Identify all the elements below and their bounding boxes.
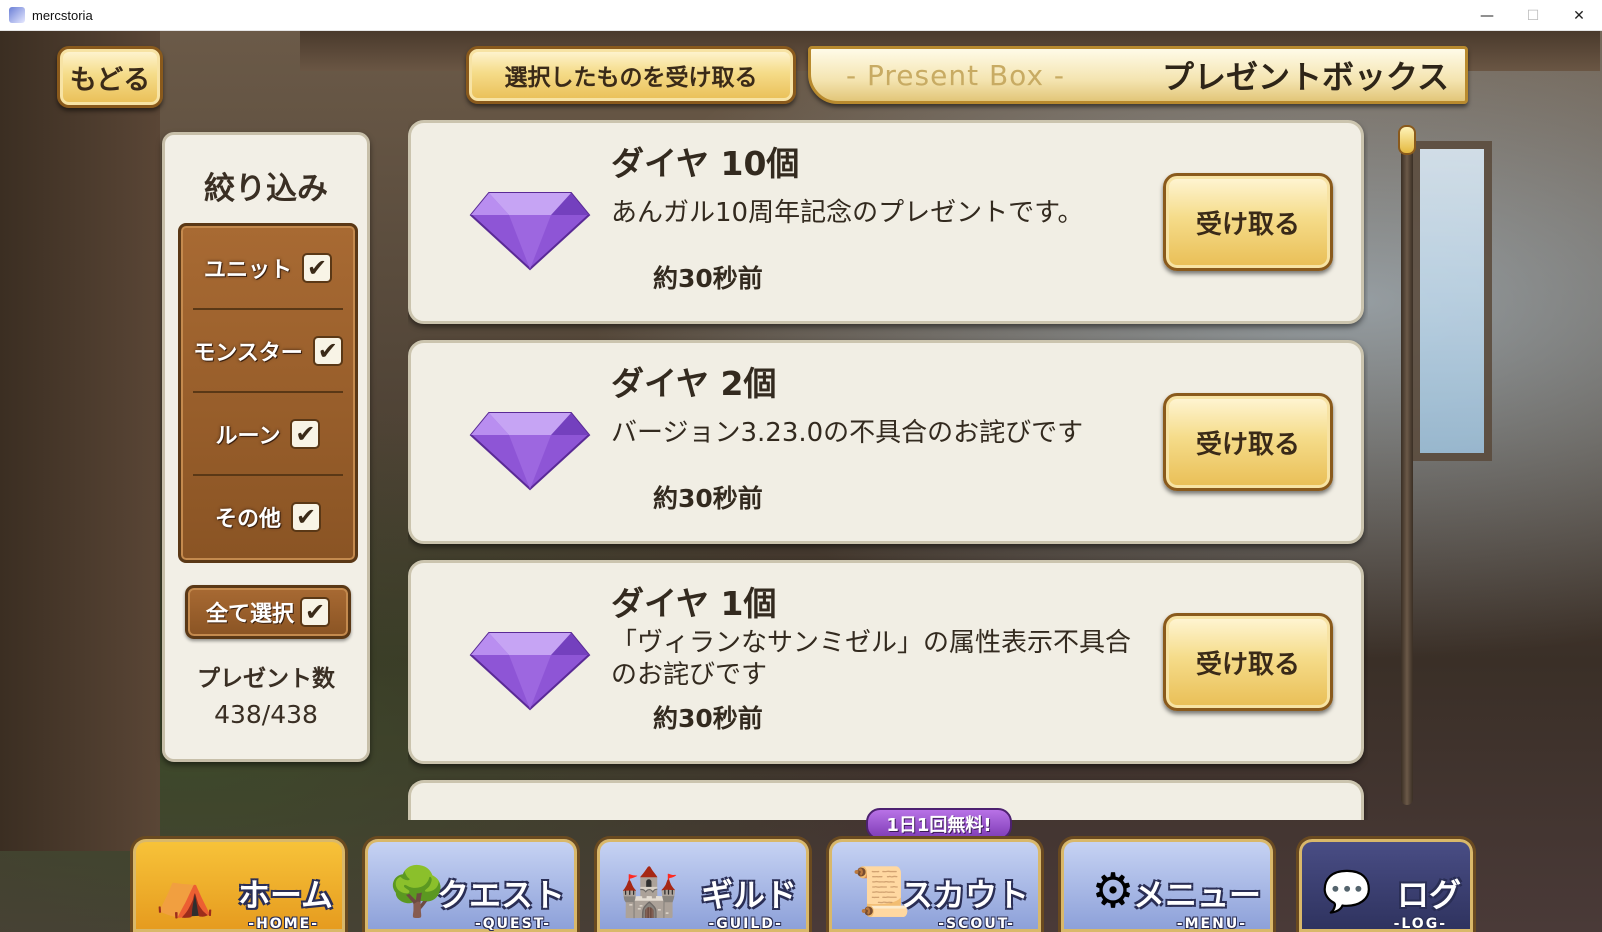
purple-diamond-icon xyxy=(469,632,591,711)
receive-button[interactable]: 受け取る xyxy=(1163,393,1333,491)
present-card: ダイヤ 10個 あんガル10周年記念のプレゼントです。 約30秒前 受け取る xyxy=(408,120,1364,324)
nav-label: ログ xyxy=(1396,876,1461,914)
close-button[interactable]: ✕ xyxy=(1556,0,1602,31)
gear-icon: ⚙ xyxy=(1091,863,1135,919)
back-button[interactable]: もどる xyxy=(57,46,163,108)
filter-item-monster[interactable]: モンスター ✔ xyxy=(181,309,355,393)
filter-item-other[interactable]: その他 ✔ xyxy=(181,475,355,559)
nav-label: クエスト xyxy=(436,876,565,914)
tent-icon: ⛺ xyxy=(155,863,215,920)
present-count-value: 438/438 xyxy=(214,700,318,729)
present-title: ダイヤ 1個 xyxy=(611,584,777,623)
present-time: 約30秒前 xyxy=(653,704,763,733)
present-list[interactable]: ダイヤ 10個 あんガル10周年記念のプレゼントです。 約30秒前 受け取る ダ… xyxy=(408,120,1368,820)
window-title: mercstoria xyxy=(32,7,93,23)
nav-sublabel: -GUILD- xyxy=(708,916,783,932)
castle-icon: 🏰 xyxy=(619,863,679,920)
scrollbar-track[interactable] xyxy=(1401,125,1413,805)
filter-panel: 絞り込み ユニット ✔ モンスター ✔ ルーン ✔ その他 ✔ 全て選択 ✔ プ… xyxy=(162,132,370,762)
select-all-button[interactable]: 全て選択 ✔ xyxy=(185,585,351,639)
filter-item-unit[interactable]: ユニット ✔ xyxy=(181,226,355,310)
nav-label: ホーム xyxy=(237,876,333,914)
scroll-icon: 📜 xyxy=(851,863,911,920)
receive-selected-button[interactable]: 選択したものを受け取る xyxy=(466,46,796,104)
present-description: 「ヴィランなサンミゼル」の属性表示不具合のお詫びです xyxy=(611,628,1132,690)
present-time: 約30秒前 xyxy=(653,484,763,513)
nav-label: スカウト xyxy=(900,876,1029,914)
purple-diamond-icon xyxy=(469,192,591,271)
present-card: ダイヤ 1個 「ヴィランなサンミゼル」の属性表示不具合のお詫びです 約30秒前 … xyxy=(408,560,1364,764)
chat-bubble-icon: 💬 xyxy=(1322,868,1372,915)
nav-home-button[interactable]: ⛺ ホーム -HOME- xyxy=(130,836,348,932)
scrollbar-thumb[interactable] xyxy=(1398,125,1416,155)
title-banner: - Present Box - プレゼントボックス xyxy=(808,46,1468,104)
nav-quest-button[interactable]: 🌳 クエスト -QUEST- xyxy=(362,836,580,932)
present-title: ダイヤ 10個 xyxy=(611,144,800,183)
receive-button[interactable]: 受け取る xyxy=(1163,173,1333,271)
filter-list: ユニット ✔ モンスター ✔ ルーン ✔ その他 ✔ xyxy=(178,223,358,563)
maximize-button[interactable]: ☐ xyxy=(1510,0,1556,31)
minimize-button[interactable]: — xyxy=(1464,0,1510,31)
nav-label: ギルド xyxy=(700,876,797,914)
present-title: ダイヤ 2個 xyxy=(611,364,777,403)
nav-scout-button[interactable]: 📜 スカウト -SCOUT- xyxy=(826,836,1044,932)
background-wall xyxy=(0,31,160,851)
app-icon xyxy=(9,7,25,23)
present-count-label: プレゼント数 xyxy=(197,666,335,692)
purple-diamond-icon xyxy=(469,412,591,491)
check-icon[interactable]: ✔ xyxy=(291,502,321,532)
receive-button[interactable]: 受け取る xyxy=(1163,613,1333,711)
bottom-nav: ⛺ ホーム -HOME- 🌳 クエスト -QUEST- 🏰 ギルド -GUILD… xyxy=(0,836,1602,932)
check-icon: ✔ xyxy=(300,597,330,627)
filter-item-label: その他 xyxy=(214,507,281,532)
check-icon[interactable]: ✔ xyxy=(290,419,321,449)
nav-guild-button[interactable]: 🏰 ギルド -GUILD- xyxy=(594,836,812,932)
check-icon[interactable]: ✔ xyxy=(302,253,332,283)
nav-label: メニュー xyxy=(1132,876,1261,914)
window-titlebar: mercstoria — ☐ ✕ xyxy=(0,0,1602,31)
page-title: プレゼントボックス xyxy=(1161,58,1449,96)
filter-item-rune[interactable]: ルーン ✔ xyxy=(181,392,355,476)
present-description: バージョン3.23.0の不具合のお詫びです xyxy=(611,418,1084,448)
nav-sublabel: -QUEST- xyxy=(474,916,551,932)
nav-sublabel: -SCOUT- xyxy=(938,916,1015,932)
filter-item-label: ユニット xyxy=(203,258,292,283)
filter-item-label: モンスター xyxy=(193,341,303,366)
nav-sublabel: -HOME- xyxy=(248,916,319,932)
present-description: あんガル10周年記念のプレゼントです。 xyxy=(611,198,1084,228)
filter-item-label: ルーン xyxy=(215,424,281,449)
signpost-icon: 🌳 xyxy=(387,863,447,920)
nav-sublabel: -LOG- xyxy=(1393,916,1447,932)
title-english: - Present Box - xyxy=(846,58,1066,92)
check-icon[interactable]: ✔ xyxy=(312,336,343,366)
nav-sublabel: -MENU- xyxy=(1176,916,1247,932)
present-time: 約30秒前 xyxy=(653,264,763,293)
filter-title: 絞り込み xyxy=(204,171,328,207)
nav-menu-button[interactable]: ⚙ メニュー -MENU- xyxy=(1058,836,1276,932)
select-all-label: 全て選択 xyxy=(205,602,294,627)
window-controls: — ☐ ✕ xyxy=(1464,0,1602,31)
nav-log-button[interactable]: 💬 ログ -LOG- xyxy=(1296,836,1476,932)
background-window xyxy=(1412,141,1492,461)
present-card: ダイヤ 2個 バージョン3.23.0の不具合のお詫びです 約30秒前 受け取る xyxy=(408,340,1364,544)
